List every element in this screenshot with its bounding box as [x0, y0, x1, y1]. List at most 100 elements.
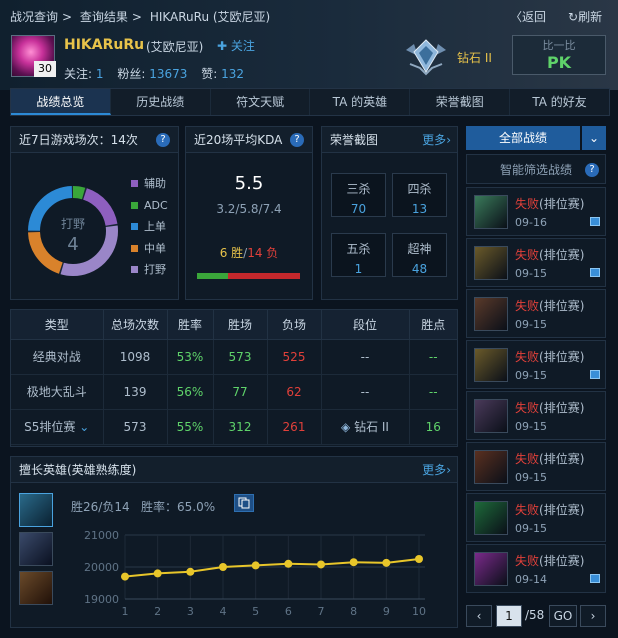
x-tick-label: 9	[383, 605, 390, 618]
match-row[interactable]: 失败(排位赛) 09-15	[466, 289, 606, 338]
data-point[interactable]	[186, 567, 195, 576]
data-point[interactable]	[153, 569, 162, 578]
breadcrumb-results[interactable]: 查询结果	[80, 10, 128, 24]
champion-icon[interactable]	[19, 571, 53, 605]
x-tick-label: 5	[252, 605, 259, 618]
win-rate-bar	[197, 273, 300, 279]
tab-runes[interactable]: 符文天赋	[211, 89, 311, 115]
chevron-right-icon: ›	[446, 133, 451, 147]
match-mode: (排位赛)	[539, 554, 585, 568]
all-matches-button[interactable]: 全部战绩	[466, 126, 580, 150]
champion-icon[interactable]	[19, 532, 53, 566]
champion-icon	[474, 450, 508, 484]
match-row[interactable]: 失败(排位赛) 09-15	[466, 442, 606, 491]
match-mode: (排位赛)	[539, 452, 585, 466]
tab-overview[interactable]: 战绩总览	[11, 89, 111, 115]
fans-count: 13673	[149, 67, 188, 81]
champion-icon	[474, 195, 508, 229]
chevron-right-icon: ›	[446, 463, 451, 477]
refresh-button[interactable]: ↻刷新	[568, 8, 602, 25]
match-result: 失败	[515, 299, 540, 313]
honor-label: 超神	[407, 242, 432, 256]
match-result: 失败	[515, 350, 540, 364]
match-result-line: 失败(排位赛)	[515, 348, 584, 365]
cell-type: 经典对战	[11, 339, 104, 375]
page-input[interactable]: 1	[496, 605, 522, 627]
refresh-label: 刷新	[578, 10, 603, 24]
data-point[interactable]	[251, 561, 260, 570]
tab-friends[interactable]: TA 的好友	[510, 89, 609, 115]
screenshot-icon[interactable]	[590, 217, 600, 226]
following-label: 关注:	[64, 67, 93, 81]
match-row[interactable]: 失败(排位赛) 09-15	[466, 493, 606, 542]
table-row: S5排位赛 ⌄ 573 55% 312 261 ◈ 钻石 II 16	[11, 409, 457, 445]
cell-lose: 525	[267, 339, 322, 375]
champion-icon[interactable]	[19, 493, 53, 527]
series-line	[124, 558, 420, 578]
back-button[interactable]: 〈返回	[510, 8, 546, 25]
data-point[interactable]	[415, 555, 423, 563]
x-tick-label: 8	[350, 605, 357, 618]
legend-item: ADC	[131, 195, 168, 217]
player-server: (艾欧尼亚)	[146, 40, 204, 54]
follow-label: 关注	[230, 39, 255, 53]
tab-heroes[interactable]: TA 的英雄	[310, 89, 411, 115]
x-tick-label: 10	[412, 605, 426, 618]
more-link[interactable]: 更多›	[422, 457, 451, 483]
screenshot-icon[interactable]	[590, 574, 600, 583]
data-point[interactable]	[284, 559, 293, 568]
champion-icon	[474, 246, 508, 280]
honor-item[interactable]: 四杀 13	[392, 173, 447, 217]
data-point[interactable]	[349, 558, 358, 567]
tab-history[interactable]: 历史战绩	[111, 89, 211, 115]
following-count: 1	[95, 67, 104, 81]
honor-item[interactable]: 五杀 1	[331, 233, 386, 277]
match-result-line: 失败(排位赛)	[515, 552, 584, 569]
legend-swatch	[131, 180, 138, 187]
tab-honor[interactable]: 荣誉截图	[410, 89, 511, 115]
data-point[interactable]	[219, 563, 227, 571]
smart-filter[interactable]: 智能筛选战绩?	[466, 154, 606, 184]
honor-item[interactable]: 超神 48	[392, 233, 447, 277]
help-icon[interactable]: ?	[156, 133, 170, 147]
help-icon[interactable]: ?	[290, 133, 304, 147]
help-icon[interactable]: ?	[585, 163, 599, 177]
prev-page-button[interactable]: ‹	[466, 605, 492, 627]
match-row[interactable]: 失败(排位赛) 09-15	[466, 391, 606, 440]
match-date: 09-15	[515, 267, 547, 280]
y-tick-label: 21000	[84, 529, 119, 542]
go-button[interactable]: GO	[549, 605, 577, 627]
next-page-button[interactable]: ›	[580, 605, 606, 627]
match-row[interactable]: 失败(排位赛) 09-14	[466, 544, 606, 593]
screenshot-icon[interactable]	[590, 370, 600, 379]
more-link[interactable]: 更多›	[422, 127, 451, 153]
data-point[interactable]	[317, 560, 325, 569]
data-point[interactable]	[382, 558, 391, 567]
cell-total: 139	[103, 374, 168, 410]
pk-button[interactable]: 比一比 PK	[512, 35, 606, 75]
honor-item[interactable]: 三杀 70	[331, 173, 386, 217]
cell-rate: 56%	[167, 374, 214, 410]
screenshot-icon[interactable]	[590, 268, 600, 277]
match-row[interactable]: 失败(排位赛) 09-15	[466, 238, 606, 287]
honor-value: 13	[411, 202, 428, 216]
honor-value: 1	[354, 262, 363, 276]
table-header: 类型 总场次数 胜率 胜场 负场 段位 胜点	[11, 310, 457, 340]
cell-lp: 16	[409, 409, 457, 445]
breadcrumb-root[interactable]: 战况查询	[10, 10, 58, 24]
follow-button[interactable]: ✚ 关注	[217, 37, 255, 54]
cell-type[interactable]: S5排位赛 ⌄	[11, 409, 104, 445]
data-point[interactable]	[121, 572, 129, 581]
honor-label: 四杀	[407, 182, 432, 196]
legend-swatch	[131, 201, 138, 209]
match-row[interactable]: 失败(排位赛) 09-16	[466, 187, 606, 236]
match-row[interactable]: 失败(排位赛) 09-15	[466, 340, 606, 389]
breadcrumb-current: HIKARuRu (艾欧尼亚)	[149, 10, 271, 24]
copy-button[interactable]	[234, 494, 254, 512]
mode-stats-table: 类型 总场次数 胜率 胜场 负场 段位 胜点 经典对战 1098 53% 573…	[10, 309, 458, 447]
champion-icon	[474, 501, 508, 535]
champion-icon	[474, 348, 508, 382]
chevron-down-icon[interactable]: ⌄	[79, 420, 89, 434]
chevron-down-icon[interactable]: ⌄	[582, 126, 606, 150]
more-label: 更多	[422, 463, 447, 477]
